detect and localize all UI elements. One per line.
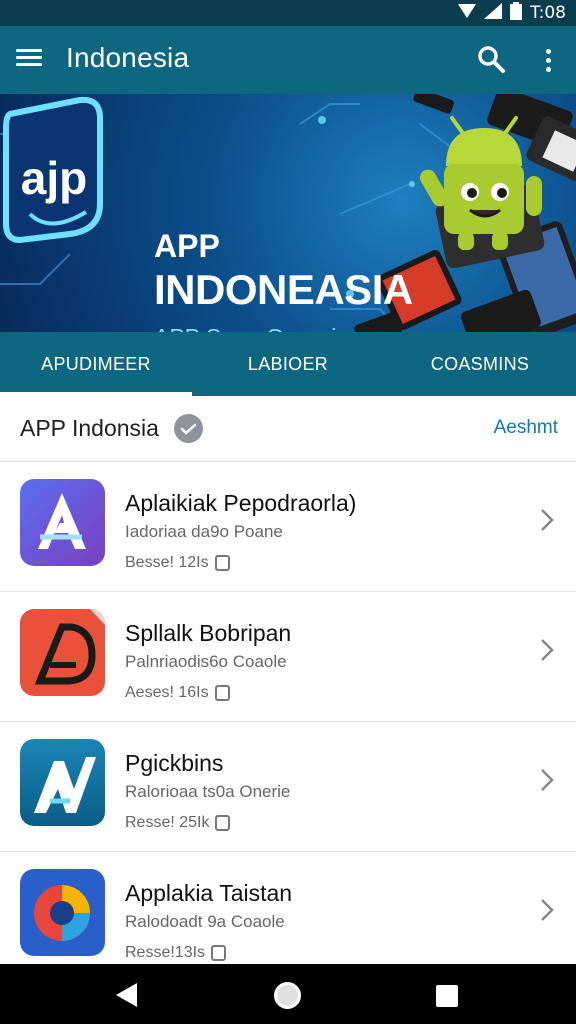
chevron-right-icon [538,506,556,534]
app-meta: Resse!13Is [125,944,227,962]
download-size-icon [215,815,231,831]
home-icon[interactable] [274,982,301,1009]
app-meta-text: Aeses! 16Is [125,684,209,701]
wifi-icon [458,3,477,24]
more-vert-icon[interactable] [536,44,560,76]
app-subtitle: Ralodoadt 9a Coaole [125,912,285,931]
status-bar: T:08 [0,0,576,26]
chevron-right-icon [538,896,556,924]
banner-tagline: APP Sppp Grermia [154,324,349,332]
app-name: Aplaikiak Pepodraorla) [125,490,357,516]
recents-icon[interactable] [436,985,458,1007]
app-meta: Besse! 12Is [125,554,230,572]
chevron-right-icon [538,636,556,664]
banner-headline-1: APP [154,228,220,264]
battery-icon [510,1,523,25]
section-header: APP Indonsia Aeshmt [0,396,576,462]
tab-labioer[interactable]: LABIOER [192,332,384,396]
app-meta-text: Besse! 12Is [125,554,209,571]
app-name: Spllalk Bobripan [125,620,292,646]
app-meta-text: Resse!13Is [125,944,206,961]
tab-coasmins[interactable]: COASMINS [384,332,576,396]
back-icon[interactable] [116,983,137,1007]
verified-badge-icon [174,414,203,443]
section-action-link[interactable]: Aeshmt [494,417,558,439]
tab-apudimeer[interactable]: APUDIMEER [0,332,192,396]
list-item[interactable]: Spllalk Bobripan Palnriaodis6o Coaole Ae… [0,592,576,722]
svg-text:ajp: ajp [21,152,87,204]
app-subtitle: Iadoriaa da9o Poane [125,522,283,541]
status-time: T:08 [530,3,566,23]
d-logo-icon [20,609,105,696]
app-meta-text: Resse! 25Ik [125,814,210,831]
list-item[interactable]: Applakia Taistan Ralodoadt 9a Coaole Res… [0,852,576,982]
tab-bar: APUDIMEER LABIOER COASMINS [0,332,576,396]
download-size-icon [214,555,230,571]
app-subtitle: Palnriaodis6o Coaole [125,652,287,671]
app-bar-title: Indonesia [66,42,190,73]
app-list: Aplaikiak Pepodraorla) Iadoriaa da9o Poa… [0,462,576,982]
search-icon[interactable] [476,44,508,76]
circle-logo-icon [20,869,105,956]
app-name: Applakia Taistan [125,880,293,906]
banner-headline-2: INDONEASIA [154,266,413,313]
signal-icon [484,2,503,24]
list-item[interactable]: Pgickbins Ralorioaa ts0a Onerie Resse! 2… [0,722,576,852]
app-name: Pgickbins [125,750,224,776]
a-logo-icon [20,479,105,566]
system-nav-bar [0,964,576,1024]
status-icons: T:08 [458,1,566,25]
menu-icon[interactable] [16,46,44,74]
banner-logo: ajp [2,96,103,244]
download-size-icon [214,685,230,701]
list-item[interactable]: Aplaikiak Pepodraorla) Iadoriaa da9o Poa… [0,462,576,592]
download-size-icon [211,945,227,961]
chevron-right-icon [538,766,556,794]
n-logo-icon [20,739,105,826]
app-meta: Aeses! 16Is [125,684,230,702]
app-bar: Indonesia [0,26,576,94]
app-meta: Resse! 25Ik [125,814,231,832]
app-subtitle: Ralorioaa ts0a Onerie [125,782,291,801]
section-title: APP Indonsia [20,415,159,441]
promo-banner[interactable]: ajp APP INDONEASIA APP Sppp Grermia [0,94,576,332]
